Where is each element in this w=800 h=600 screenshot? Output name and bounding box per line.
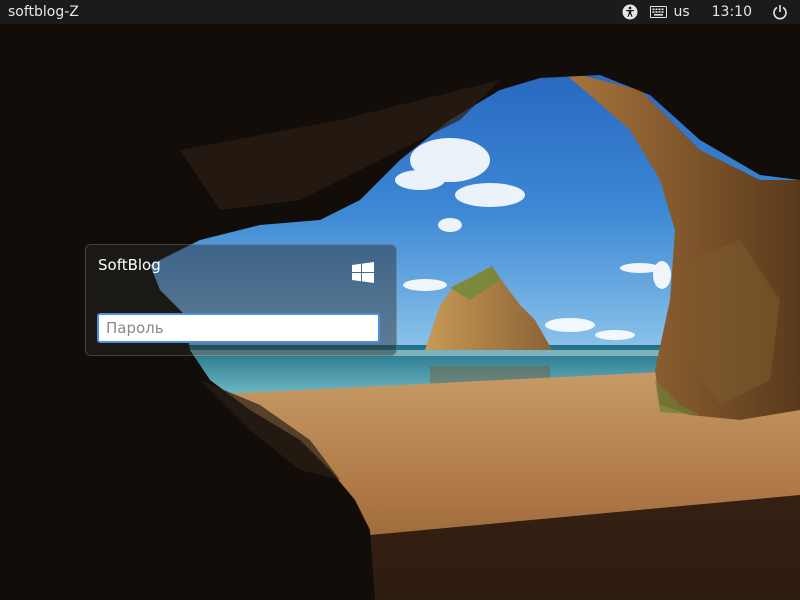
keyboard-layout-label: us	[673, 4, 690, 20]
accessibility-indicator[interactable]	[616, 0, 644, 24]
windows-logo-icon	[352, 262, 374, 283]
clock[interactable]: 13:10	[698, 0, 766, 24]
keyboard-layout-indicator[interactable]: us	[644, 0, 697, 24]
login-box: SoftBlog	[85, 244, 397, 356]
password-field[interactable]	[97, 313, 380, 343]
top-panel: softblog-Z us 13:10	[0, 0, 800, 24]
panel-indicators: us 13:10	[616, 0, 800, 24]
user-name[interactable]: SoftBlog	[98, 256, 161, 274]
power-menu-button[interactable]	[766, 0, 800, 24]
accessibility-icon	[622, 4, 638, 20]
clock-time: 13:10	[711, 4, 752, 20]
keyboard-icon	[650, 6, 668, 18]
power-icon	[773, 5, 787, 20]
hostname-label: softblog-Z	[8, 4, 79, 20]
